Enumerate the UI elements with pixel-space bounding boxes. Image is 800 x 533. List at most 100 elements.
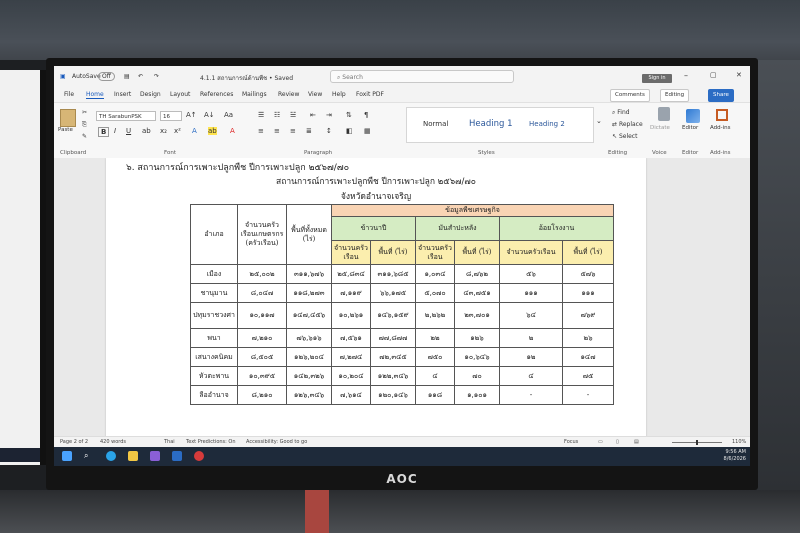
language-status[interactable]: Thai	[164, 439, 175, 445]
file-explorer-icon[interactable]	[128, 451, 138, 461]
value-cell: ๒๖	[562, 328, 614, 348]
value-cell: ๑๐,๒๖๑	[331, 302, 371, 329]
tab-help[interactable]: Help	[332, 91, 346, 98]
subscript-icon[interactable]: x₂	[160, 127, 167, 135]
editor-button[interactable]: Editor	[682, 125, 698, 131]
focus-button[interactable]: Focus	[564, 439, 578, 445]
cut-icon[interactable]: ✂	[82, 109, 87, 116]
close-icon[interactable]: ✕	[736, 71, 742, 79]
autosave-toggle[interactable]: Off	[98, 72, 115, 81]
web-layout-icon[interactable]: ▤	[634, 439, 639, 445]
borders-icon[interactable]: ▦	[364, 127, 371, 135]
value-cell: -	[562, 385, 614, 405]
shrink-font-icon[interactable]: A↓	[204, 111, 215, 119]
decrease-indent-icon[interactable]: ⇤	[310, 111, 316, 119]
search-icon[interactable]: ⌕	[84, 451, 94, 461]
zoom-level[interactable]: 110%	[732, 439, 746, 445]
select-button[interactable]: ↖ Select	[612, 133, 637, 140]
chrome-icon[interactable]	[194, 451, 204, 461]
show-marks-icon[interactable]: ¶	[364, 111, 368, 119]
bullets-icon[interactable]: ☰	[258, 111, 264, 119]
text-effects-icon[interactable]: A	[192, 127, 197, 135]
read-mode-icon[interactable]: ▭	[598, 439, 603, 445]
minimize-icon[interactable]: –	[684, 71, 688, 80]
tab-mailings[interactable]: Mailings	[242, 91, 267, 98]
format-painter-icon[interactable]: ✎	[82, 133, 87, 140]
align-center-icon[interactable]: ≡	[274, 127, 280, 135]
search-input[interactable]: ⌕ Search	[330, 70, 514, 83]
undo-icon[interactable]: ↶	[138, 73, 143, 80]
sort-icon[interactable]: ⇅	[346, 111, 352, 119]
increase-indent-icon[interactable]: ⇥	[326, 111, 332, 119]
editing-mode-button[interactable]: Editing	[660, 89, 690, 102]
style-heading-2[interactable]: Heading 2	[529, 120, 565, 128]
editor-icon[interactable]	[686, 109, 700, 123]
tab-design[interactable]: Design	[140, 91, 161, 98]
superscript-icon[interactable]: x²	[174, 127, 181, 135]
replace-button[interactable]: ⇄ Replace	[612, 121, 643, 128]
save-icon[interactable]: ▤	[124, 73, 130, 80]
tab-references[interactable]: References	[200, 91, 233, 98]
numbering-icon[interactable]: ☷	[274, 111, 280, 119]
page-count[interactable]: Page 2 of 2	[60, 439, 88, 445]
add-ins-icon[interactable]	[716, 109, 728, 121]
tab-file[interactable]: File	[64, 91, 74, 98]
shading-icon[interactable]: ◧	[346, 127, 353, 135]
redo-icon[interactable]: ↷	[154, 73, 159, 80]
header-economic-crops: ข้อมูลพืชเศรษฐกิจ	[331, 204, 614, 217]
document-page[interactable]: ๖. สถานการณ์การเพาะปลูกพืช ปีการเพาะปลูก…	[106, 158, 646, 436]
styles-more-icon[interactable]: ⌄	[596, 117, 602, 125]
tab-home[interactable]: Home	[86, 91, 104, 99]
word-count[interactable]: 420 words	[100, 439, 126, 445]
share-button[interactable]: Share	[708, 89, 734, 102]
align-right-icon[interactable]: ≡	[290, 127, 296, 135]
tab-insert[interactable]: Insert	[114, 91, 131, 98]
underline-icon[interactable]: U	[126, 127, 131, 135]
paste-icon[interactable]	[60, 109, 76, 127]
copy-icon[interactable]: ⎘	[82, 121, 87, 129]
sign-in-button[interactable]: Sign in	[642, 74, 672, 83]
maximize-icon[interactable]: ▢	[710, 71, 717, 79]
value-cell: ๒๕,๘๓๔	[331, 264, 371, 284]
justify-icon[interactable]: ≣	[306, 127, 312, 135]
strikethrough-icon[interactable]: ab	[142, 127, 151, 135]
find-button[interactable]: ⌕ Find	[612, 109, 630, 117]
comments-button[interactable]: Comments	[610, 89, 650, 102]
clock[interactable]: 9:56 AM 8/6/2026	[710, 449, 746, 463]
ribbon-tabs: File Home Insert Design Layout Reference…	[54, 88, 750, 102]
change-case-icon[interactable]: Aa	[224, 111, 233, 119]
windows-start-icon[interactable]	[62, 451, 72, 461]
document-area[interactable]: ๖. สถานการณ์การเพาะปลูกพืช ปีการเพาะปลูก…	[54, 158, 750, 436]
tab-foxit-pdf[interactable]: Foxit PDF	[356, 91, 384, 98]
font-name-select[interactable]: TH SarabunPSK	[96, 111, 156, 121]
line-spacing-icon[interactable]: ↕	[326, 127, 332, 135]
grow-font-icon[interactable]: A↑	[186, 111, 197, 119]
subheader-area: พื้นที่ (ไร่)	[454, 240, 500, 265]
edge-browser-icon[interactable]	[106, 451, 116, 461]
paste-label[interactable]: Paste	[58, 127, 73, 133]
highlight-icon[interactable]: ab	[208, 127, 217, 135]
print-layout-icon[interactable]: ▯	[616, 439, 619, 445]
tab-layout[interactable]: Layout	[170, 91, 190, 98]
italic-icon[interactable]: I	[114, 127, 116, 135]
font-color-icon[interactable]: A	[230, 127, 235, 135]
dictate-button[interactable]: Dictate	[650, 125, 670, 131]
text-predictions-status[interactable]: Text Predictions: On	[186, 439, 236, 445]
multilevel-icon[interactable]: ☱	[290, 111, 296, 119]
subheader-households: จำนวนครัวเรือน	[331, 240, 371, 265]
group-label-add-ins: Add-ins	[710, 150, 731, 156]
accessibility-status[interactable]: Accessibility: Good to go	[246, 439, 307, 445]
app-icon[interactable]	[150, 451, 160, 461]
add-ins-button[interactable]: Add-ins	[710, 125, 731, 131]
font-size-select[interactable]: 16	[160, 111, 182, 121]
styles-gallery: Normal Heading 1 Heading 2	[406, 107, 594, 143]
tab-view[interactable]: View	[308, 91, 322, 98]
bold-icon[interactable]: B	[98, 127, 110, 137]
align-left-icon[interactable]: ≡	[258, 127, 264, 135]
zoom-slider-handle[interactable]	[696, 440, 698, 445]
style-heading-1[interactable]: Heading 1	[469, 119, 512, 129]
microphone-icon[interactable]	[658, 107, 670, 121]
tab-review[interactable]: Review	[278, 91, 299, 98]
word-taskbar-icon[interactable]	[172, 451, 182, 461]
style-normal[interactable]: Normal	[423, 120, 448, 128]
